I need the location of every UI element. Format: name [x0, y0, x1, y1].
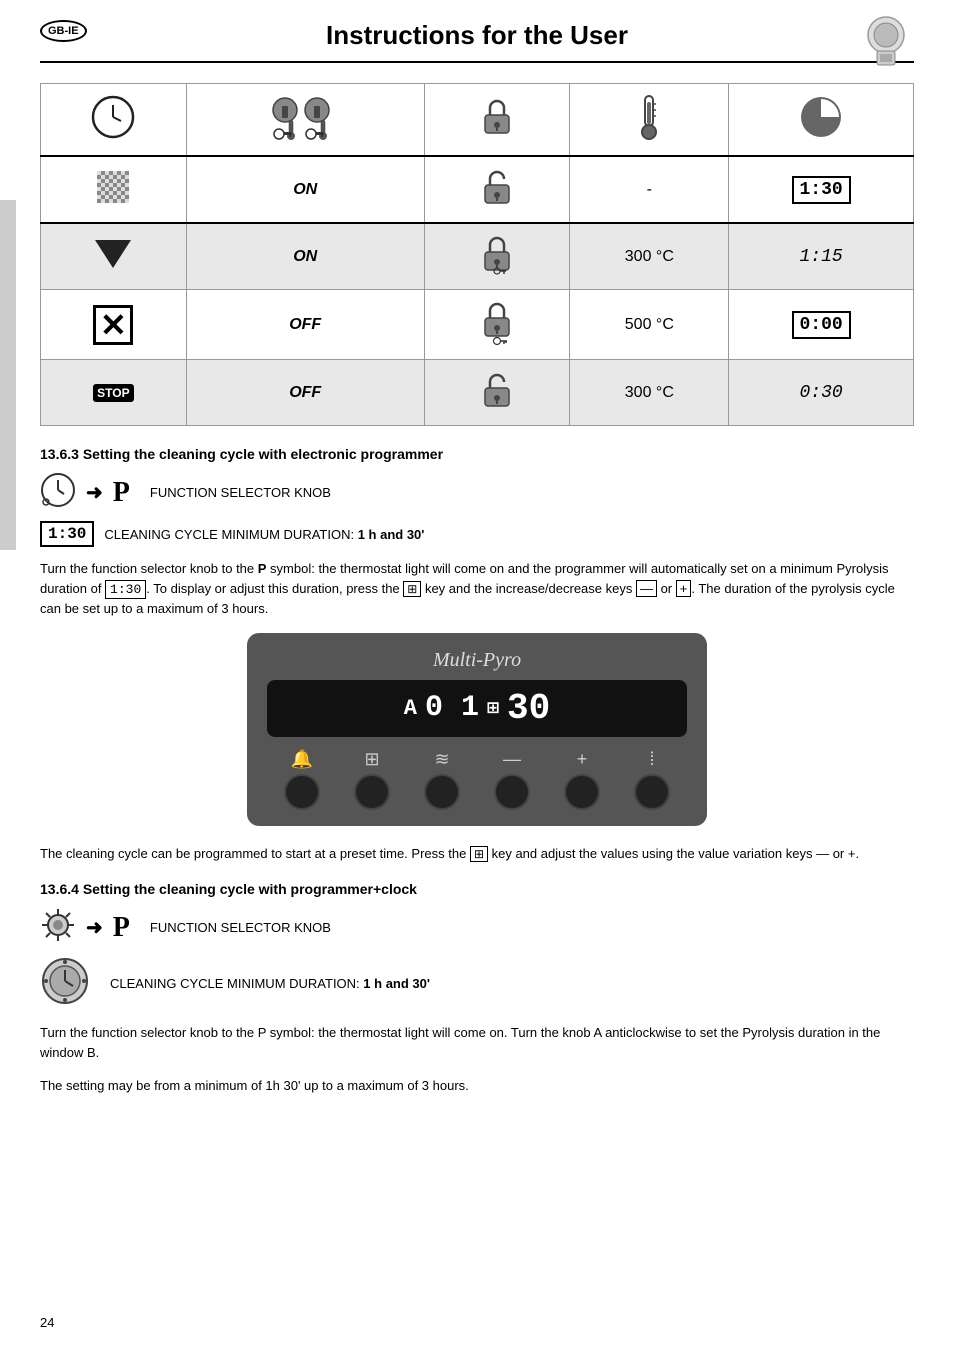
page-title: Instructions for the User [326, 20, 628, 51]
bell-icon: 🔔 [291, 749, 313, 770]
table-row-4-col1: STOP [41, 360, 187, 426]
panel-btn-plus: + [564, 749, 600, 810]
page-header: GB-IE Instructions for the User [40, 20, 914, 63]
panel-buttons: 🔔 ⊞ ≋ — + [267, 749, 687, 810]
section-364: 13.6.4 Setting the cleaning cycle with p… [40, 881, 914, 1096]
table-header-clock [41, 84, 187, 157]
table-row-4-col4: 300 °C [570, 360, 729, 426]
minus-icon: — [503, 749, 521, 770]
gb-ie-badge: GB-IE [40, 20, 87, 42]
arrow-right-icon: ➜ [86, 480, 103, 505]
table-row-2-col2: ON [186, 223, 424, 290]
function-table: ON - 1:30 ON [40, 83, 914, 426]
section-363: 13.6.3 Setting the cleaning cycle with e… [40, 446, 914, 863]
grid-icon-panel: ⊞ [364, 749, 379, 770]
table-row-4-col2: OFF [186, 360, 424, 426]
duration-display: 1:30 [40, 521, 94, 547]
panel-btn-waves: ≋ [424, 749, 460, 810]
function-selector-row: ➜ P FUNCTION SELECTOR KNOB [40, 472, 914, 513]
sidebar-bar [0, 200, 16, 550]
waves-icon: ≋ [434, 749, 449, 770]
section-363-title: 13.6.3 Setting the cleaning cycle with e… [40, 446, 914, 462]
duration-row: 1:30 CLEANING CYCLE MINIMUM DURATION: 1 … [40, 521, 914, 547]
duration-label: CLEANING CYCLE MINIMUM DURATION: 1 h and… [104, 527, 424, 542]
section-363-body2: The cleaning cycle can be programmed to … [40, 844, 914, 864]
table-row-2-col1 [41, 223, 187, 290]
table-row-2-col5: 1:15 [729, 223, 914, 290]
table-row-3-col4: 500 °C [570, 290, 729, 360]
table-row-1-col4: - [570, 156, 729, 223]
oven-icon [859, 15, 914, 75]
table-row-3-col1: ✕ [41, 290, 187, 360]
table-row-2-col3 [424, 223, 570, 290]
section-364-body2: The setting may be from a minimum of 1h … [40, 1076, 914, 1096]
panel-btn-bell: 🔔 [284, 749, 320, 810]
table-header-timer [729, 84, 914, 157]
table-row-1-col1 [41, 156, 187, 223]
panel-title: Multi-Pyro [267, 649, 687, 672]
timer-clock-icon [40, 472, 76, 513]
panel-btn-minus: — [494, 749, 530, 810]
clock-knob-icon [40, 956, 90, 1011]
table-header-dual-knob [186, 84, 424, 157]
p-symbol-2: P [113, 912, 130, 944]
function-label: FUNCTION SELECTOR KNOB [150, 485, 331, 500]
control-panel: Multi-Pyro A 0 1 ⊞ 30 🔔 ⊞ ≋ [247, 633, 707, 826]
table-row-1-col3 [424, 156, 570, 223]
section-364-title: 13.6.4 Setting the cleaning cycle with p… [40, 881, 914, 897]
plus-icon: + [577, 749, 588, 770]
table-header-lock [424, 84, 570, 157]
section-364-duration-label: CLEANING CYCLE MINIMUM DURATION: 1 h and… [110, 976, 430, 991]
section-364-body1: Turn the function selector knob to the P… [40, 1023, 914, 1062]
panel-display: A 0 1 ⊞ 30 [267, 680, 687, 737]
table-row-4-col5: 0:30 [729, 360, 914, 426]
panel-btn-grid: ⊞ [354, 749, 390, 810]
programmer-icon [40, 907, 76, 948]
dial-icon: ⁞ [649, 749, 654, 770]
function-label-2: FUNCTION SELECTOR KNOB [150, 920, 331, 935]
table-row-3-col5: 0:00 [729, 290, 914, 360]
page-number: 24 [40, 1315, 54, 1330]
table-header-thermometer [570, 84, 729, 157]
table-row-3-col2: OFF [186, 290, 424, 360]
p-symbol: P [113, 477, 130, 509]
panel-btn-dial: ⁞ [634, 749, 670, 810]
table-row-1-col5: 1:30 [729, 156, 914, 223]
section-364-duration-row: CLEANING CYCLE MINIMUM DURATION: 1 h and… [40, 956, 914, 1011]
section-363-body1: Turn the function selector knob to the P… [40, 559, 914, 619]
table-row-4-col3 [424, 360, 570, 426]
table-row-2-col4: 300 °C [570, 223, 729, 290]
table-row-3-col3 [424, 290, 570, 360]
arrow-right-icon-2: ➜ [86, 915, 103, 940]
section-364-function-row: ➜ P FUNCTION SELECTOR KNOB [40, 907, 914, 948]
table-row-1-col2: ON [186, 156, 424, 223]
